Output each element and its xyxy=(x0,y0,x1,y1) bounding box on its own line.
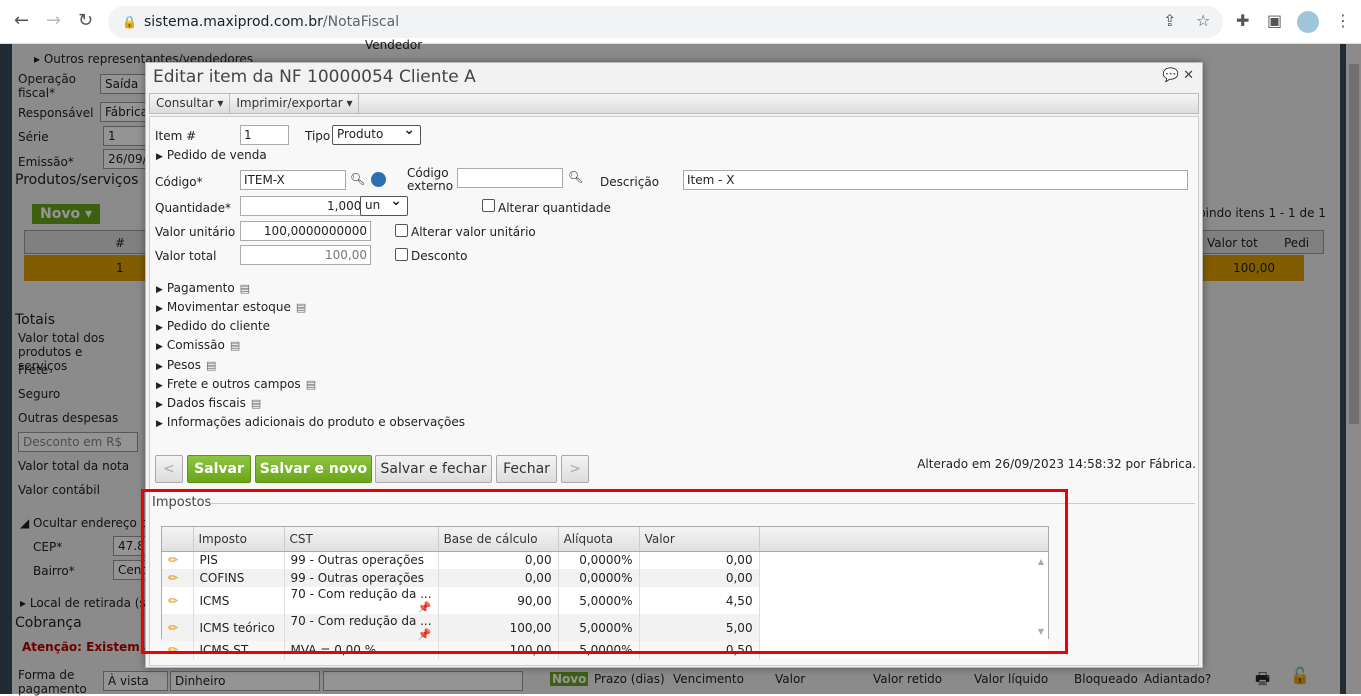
codigo-link-icon[interactable] xyxy=(371,172,386,187)
side-panel-icon[interactable]: ▣ xyxy=(1267,11,1282,30)
section-movimentar-estoque[interactable]: ▶ Movimentar estoque ▤ xyxy=(156,300,306,314)
fechar-button[interactable]: Fechar xyxy=(496,455,557,483)
lock-icon: 🔒 xyxy=(122,15,137,29)
valor-unitario-label: Valor unitário xyxy=(155,225,236,239)
alterado-info: Alterado em 26/09/2023 14:58:32 por Fábr… xyxy=(917,457,1196,471)
codigo-externo-label: Código externo xyxy=(407,166,454,193)
section-comissao[interactable]: ▶ Comissão ▤ xyxy=(156,338,240,352)
notes-icon: ▤ xyxy=(229,339,241,352)
quantidade-input[interactable]: 1,0000 xyxy=(240,196,373,216)
menu-icon[interactable]: ⋮ xyxy=(1335,11,1351,30)
codigo-input[interactable]: ITEM-X xyxy=(240,170,346,190)
section-informacoes-adicionais[interactable]: ▶ Informações adicionais do produto e obs… xyxy=(156,415,465,429)
notes-icon: ▤ xyxy=(305,378,317,391)
quantidade-label: Quantidade* xyxy=(155,201,232,215)
menu-consultar[interactable]: Consultar ▾ xyxy=(150,94,231,113)
valor-total-input[interactable]: 100,00 xyxy=(240,245,371,265)
extensions-icon[interactable]: ✚ xyxy=(1236,11,1249,30)
notes-icon: ▤ xyxy=(250,397,262,410)
section-pesos[interactable]: ▶ Pesos ▤ xyxy=(156,358,216,372)
salvar-e-novo-button[interactable]: Salvar e novo xyxy=(255,455,372,483)
section-frete-outros[interactable]: ▶ Frete e outros campos ▤ xyxy=(156,377,316,391)
back-icon[interactable]: ← xyxy=(14,10,29,31)
profile-avatar[interactable] xyxy=(1297,11,1319,33)
notes-icon: ▤ xyxy=(295,301,307,314)
url-path: /NotaFiscal xyxy=(322,14,400,30)
codigo-externo-search-icon[interactable]: 🔍︎ xyxy=(568,170,583,184)
alterar-valor-unitario-checkbox[interactable] xyxy=(395,224,408,237)
share-icon[interactable]: ⇪ xyxy=(1163,11,1176,30)
tipo-label: Tipo xyxy=(305,129,331,143)
reload-icon[interactable]: ↻ xyxy=(78,10,93,31)
codigo-search-icon[interactable]: 🔍︎ xyxy=(350,172,365,186)
url-host: sistema.maxiprod.com.br xyxy=(144,14,323,30)
descricao-input[interactable]: Item - X xyxy=(683,170,1188,190)
alterar-quantidade-label: Alterar quantidade xyxy=(498,201,611,215)
address-bar[interactable]: 🔒 sistema.maxiprod.com.br/NotaFiscal xyxy=(108,6,1223,38)
valor-total-label: Valor total xyxy=(155,249,217,263)
highlight-box xyxy=(141,489,1068,654)
notes-icon: ▤ xyxy=(205,359,217,372)
browser-toolbar: ← → ↻ 🔒 sistema.maxiprod.com.br/NotaFisc… xyxy=(0,0,1361,44)
desconto-label: Desconto xyxy=(411,249,468,263)
notes-icon: ▤ xyxy=(239,282,251,295)
comment-icon[interactable]: 💬 xyxy=(1163,68,1179,83)
bookmark-star-icon[interactable]: ☆ xyxy=(1196,11,1210,30)
salvar-e-fechar-button[interactable]: Salvar e fechar xyxy=(375,455,492,483)
previous-button[interactable]: < xyxy=(155,455,183,483)
dialog-menubar: Consultar ▾ Imprimir/exportar ▾ xyxy=(149,93,1199,114)
tipo-select[interactable]: Produto xyxy=(332,122,421,145)
pedido-venda-toggle[interactable]: ▶ Pedido de venda xyxy=(156,148,267,162)
menu-imprimir-exportar[interactable]: Imprimir/exportar ▾ xyxy=(230,94,360,113)
next-button[interactable]: > xyxy=(561,455,589,483)
codigo-label: Código* xyxy=(155,175,203,189)
alterar-quantidade-checkbox[interactable] xyxy=(482,199,495,212)
salvar-button[interactable]: Salvar xyxy=(187,455,251,483)
desconto-checkbox[interactable] xyxy=(395,248,408,261)
close-icon[interactable]: ✕ xyxy=(1183,68,1194,83)
item-number-input[interactable]: 1 xyxy=(240,125,289,145)
dialog-title: Editar item da NF 10000054 Cliente A xyxy=(153,67,476,87)
item-label: Item # xyxy=(155,129,197,143)
alterar-valor-unitario-label: Alterar valor unitário xyxy=(411,225,536,239)
section-dados-fiscais[interactable]: ▶ Dados fiscais ▤ xyxy=(156,396,261,410)
section-pagamento[interactable]: ▶ Pagamento ▤ xyxy=(156,281,250,295)
section-pedido-cliente[interactable]: ▶ Pedido do cliente xyxy=(156,319,270,333)
unidade-select[interactable]: un xyxy=(360,193,408,216)
codigo-externo-input[interactable] xyxy=(457,168,563,188)
forward-icon[interactable]: → xyxy=(46,10,61,31)
descricao-label: Descrição xyxy=(600,175,660,189)
valor-unitario-input[interactable]: 100,0000000000 xyxy=(240,221,371,241)
